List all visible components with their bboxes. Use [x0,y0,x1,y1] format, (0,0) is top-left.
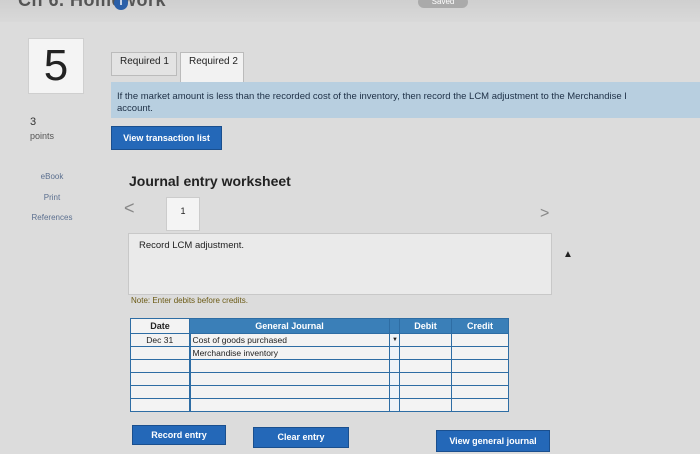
tab-required-2[interactable]: Required 2 [180,52,244,82]
account-select[interactable]: Merchandise inventory [188,346,390,360]
chevron-left-icon[interactable]: < [124,198,135,219]
account-select[interactable]: Cost of goods purchased [188,333,390,347]
view-general-journal-button[interactable]: View general journal [436,430,550,452]
description-text: Record LCM adjustment. [139,240,245,251]
table-row [130,359,509,373]
chevron-right-icon[interactable]: > [540,205,549,223]
page-indicator[interactable]: 1 [166,197,200,231]
instruction-line-2: account. [117,103,153,114]
account-select[interactable] [188,372,390,386]
view-transaction-list-button[interactable]: View transaction list [111,126,222,150]
general-journal-header: General Journal [189,318,390,334]
debit-input[interactable] [399,346,452,360]
date-cell [130,398,190,412]
date-cell: Dec 31 [130,333,190,347]
saved-badge: Saved [418,0,468,8]
dropdown-arrow-icon[interactable]: ▼ [389,333,400,347]
question-number: 5 [28,38,84,94]
debit-input[interactable] [399,385,452,399]
account-select[interactable] [188,398,390,412]
table-row [130,372,509,386]
debit-input[interactable] [399,398,452,412]
credit-input[interactable] [451,333,509,347]
instruction-banner: If the market amount is less than the re… [111,82,700,118]
account-select[interactable] [188,359,390,373]
date-cell [130,346,190,360]
references-link[interactable]: References [22,213,82,222]
credit-input[interactable] [451,372,509,386]
credit-input[interactable] [451,398,509,412]
debit-header: Debit [399,318,452,334]
table-row [130,385,509,399]
table-row [130,398,509,412]
clear-entry-button[interactable]: Clear entry [253,427,349,448]
transaction-description: Record LCM adjustment. [128,233,552,295]
account-select[interactable] [188,385,390,399]
debit-credit-note: Note: Enter debits before credits. [131,296,248,305]
credit-input[interactable] [451,385,509,399]
table-row: Merchandise inventory [130,346,509,360]
credit-header: Credit [451,318,509,334]
journal-entry-table: Date General Journal Debit Credit Dec 31… [130,318,509,412]
credit-input[interactable] [451,359,509,373]
print-link[interactable]: Print [22,193,82,202]
mouse-cursor-icon: ▲ [563,249,573,260]
debit-input[interactable] [399,333,452,347]
tab-required-1[interactable]: Required 1 [111,52,177,76]
credit-input[interactable] [451,346,509,360]
worksheet-title: Journal entry worksheet [129,173,291,189]
top-bar: Ch 6. Homework i Saved [0,0,700,22]
ebook-link[interactable]: eBook [22,172,82,181]
date-cell [130,372,190,386]
assignment-title: Ch 6. Homework [18,0,167,10]
debit-input[interactable] [399,372,452,386]
table-row: Dec 31 Cost of goods purchased ▼ [130,333,509,347]
date-header: Date [130,318,190,334]
date-cell [130,385,190,399]
record-entry-button[interactable]: Record entry [132,425,226,445]
points-label: points [30,131,55,141]
instruction-line-1: If the market amount is less than the re… [117,91,627,102]
points-value: 3 [30,116,37,128]
debit-input[interactable] [399,359,452,373]
date-cell [130,359,190,373]
